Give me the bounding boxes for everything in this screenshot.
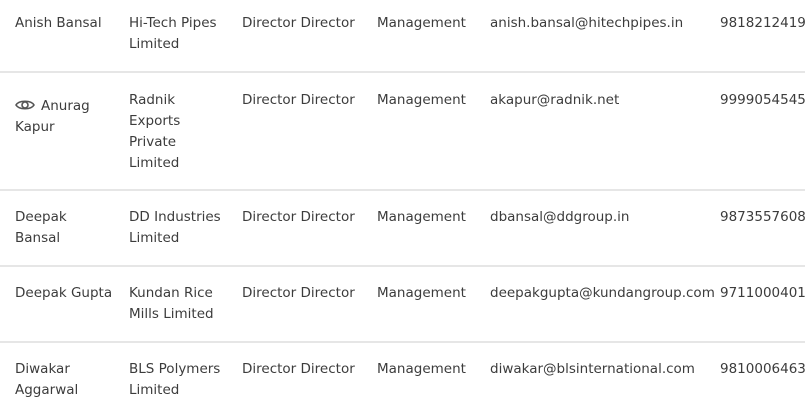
- name-line: Deepak Bansal: [15, 209, 67, 246]
- name-line: Aggarwal: [15, 382, 79, 398]
- contact-name[interactable]: Diwakar Aggarwal: [15, 359, 115, 401]
- company-line: Limited: [129, 230, 180, 246]
- contact-name[interactable]: Anish Bansal: [15, 13, 115, 34]
- name-line: Anurag: [41, 98, 90, 114]
- table-row[interactable]: Deepak Gupta Kundan Rice Mills Limited D…: [0, 267, 805, 343]
- company-line: DD Industries: [129, 209, 221, 225]
- company-line: Radnik: [129, 92, 176, 108]
- email-link[interactable]: deepakgupta@kundangroup.com: [490, 283, 715, 304]
- designation: Director Director: [242, 361, 355, 377]
- email-link[interactable]: diwakar@blsinternational.com: [490, 359, 695, 380]
- phone-number[interactable]: 9810006463: [720, 359, 805, 380]
- phone-number[interactable]: 9999054545: [720, 90, 805, 111]
- department: Management: [377, 92, 466, 108]
- designation: Director Director: [242, 209, 355, 225]
- company-line: Exports: [129, 113, 181, 129]
- email-link[interactable]: dbansal@ddgroup.in: [490, 207, 629, 228]
- name-line: Kapur: [15, 119, 55, 135]
- table-row[interactable]: Diwakar Aggarwal BLS Polymers Limited Di…: [0, 343, 805, 411]
- name-line: Deepak Gupta: [15, 285, 113, 301]
- company-name: Kundan Rice Mills Limited: [129, 283, 229, 325]
- phone-number[interactable]: 9711000401: [720, 283, 805, 304]
- phone-number[interactable]: 9873557608: [720, 207, 805, 228]
- company-line: Kundan Rice: [129, 285, 213, 301]
- department: Management: [377, 209, 466, 225]
- name-line: Anish Bansal: [15, 15, 102, 31]
- company-name: DD Industries Limited: [129, 207, 229, 249]
- table-row[interactable]: Anish Bansal Hi-Tech Pipes Limited Direc…: [0, 0, 805, 73]
- department: Management: [377, 15, 466, 31]
- eye-icon[interactable]: [15, 98, 35, 112]
- company-name: Radnik Exports Private Limited: [129, 90, 229, 174]
- company-line: Private: [129, 134, 177, 150]
- phone-number[interactable]: 9818212419: [720, 13, 805, 34]
- email-link[interactable]: anish.bansal@hitechpipes.in: [490, 13, 683, 34]
- company-line: Limited: [129, 382, 180, 398]
- company-name: Hi-Tech Pipes Limited: [129, 13, 229, 55]
- contacts-table: Anish Bansal Hi-Tech Pipes Limited Direc…: [0, 0, 805, 411]
- table-row[interactable]: Anurag Kapur Radnik Exports Private Limi…: [0, 73, 805, 191]
- designation: Director Director: [242, 285, 355, 301]
- email-link[interactable]: akapur@radnik.net: [490, 90, 619, 111]
- department: Management: [377, 361, 466, 377]
- company-line: BLS Polymers: [129, 361, 221, 377]
- contact-name[interactable]: Deepak Bansal: [15, 207, 115, 249]
- contact-name[interactable]: Anurag Kapur: [15, 96, 115, 138]
- designation: Director Director: [242, 92, 355, 108]
- company-line: Limited: [129, 36, 180, 52]
- company-name: BLS Polymers Limited: [129, 359, 229, 401]
- company-line: Limited: [129, 155, 180, 171]
- name-line: Diwakar: [15, 361, 70, 377]
- company-line: Hi-Tech Pipes: [129, 15, 217, 31]
- designation: Director Director: [242, 15, 355, 31]
- contact-name[interactable]: Deepak Gupta: [15, 283, 115, 304]
- company-line: Mills Limited: [129, 306, 214, 322]
- department: Management: [377, 285, 466, 301]
- table-row[interactable]: Deepak Bansal DD Industries Limited Dire…: [0, 191, 805, 267]
